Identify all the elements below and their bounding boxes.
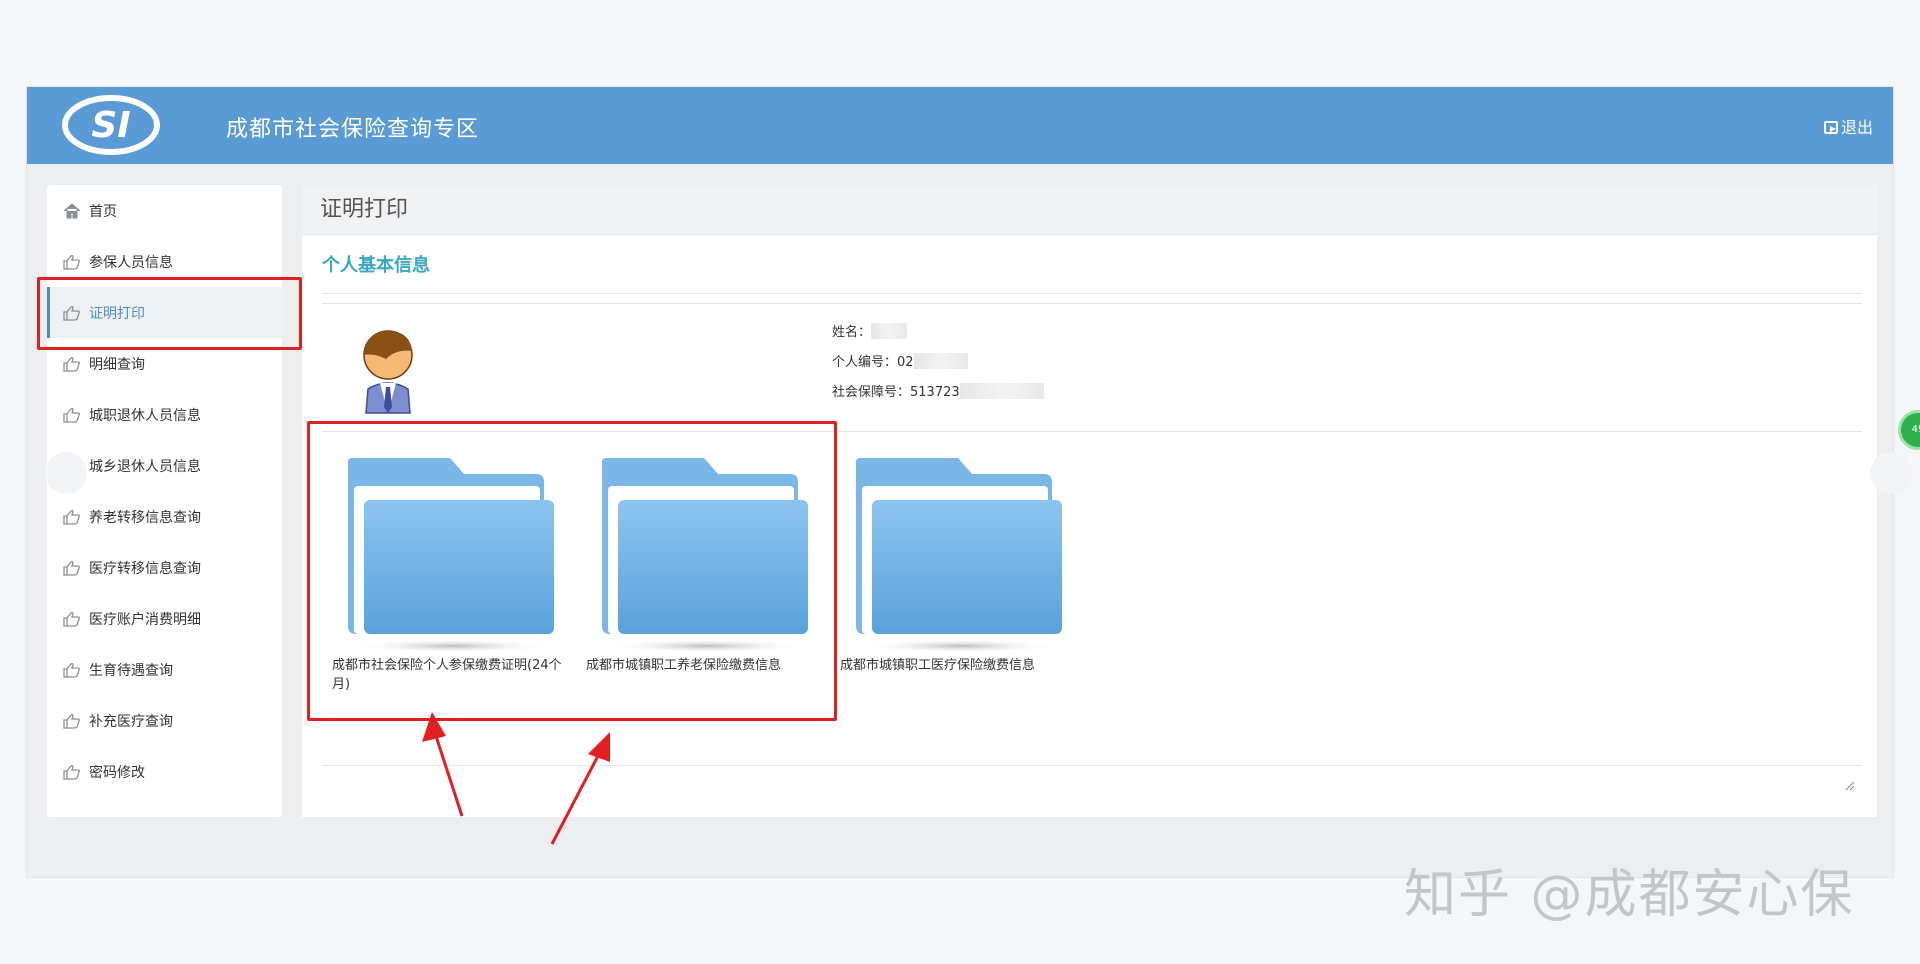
watermark: 知乎 @成都安心保 [1404,865,1855,925]
user-avatar-icon [363,330,413,414]
thumbs-up-icon [63,356,80,372]
sidebar-item-label: 医疗转移信息查询 [89,560,201,577]
thumbs-up-icon [63,764,80,780]
section-title: 个人基本信息 [322,255,430,276]
sidebar-item-label: 密码修改 [89,764,145,781]
logout-label: 退出 [1840,118,1873,137]
sidebar-item[interactable]: 密码修改 [47,746,282,797]
folder-item[interactable]: 成都市城镇职工医疗保险缴费信息 [840,456,1076,673]
page-title: 证明打印 [302,185,1877,235]
annotation-highlight-nav [37,277,302,350]
ssn-value: 513723 [910,385,960,400]
sidebar-item-label: 医疗账户消费明细 [89,611,201,628]
site-title: 成都市社会保险查询专区 [226,117,480,142]
redacted-ssn [959,383,1044,399]
id-label: 个人编号： [832,355,898,370]
sidebar-item[interactable]: 生育待遇查询 [47,644,282,695]
carousel-next-button[interactable] [1870,452,1912,494]
home-icon [63,202,81,218]
sidebar-item-label: 首页 [89,203,117,220]
sidebar-item[interactable]: 首页 [47,185,282,236]
folder-label: 成都市城镇职工医疗保险缴费信息 [840,658,1036,673]
resize-handle-icon[interactable] [1845,781,1855,791]
annotation-arrow [550,732,610,845]
divider [322,293,1862,294]
sidebar-item-label: 养老转移信息查询 [89,509,201,526]
thumbs-up-icon [63,713,80,729]
sidebar-item-label: 城乡退休人员信息 [89,458,201,475]
id-value: 02 [897,355,914,370]
carousel-prev-button[interactable] [45,452,87,494]
annotation-highlight-folders [307,421,837,721]
sidebar-item[interactable]: 医疗账户消费明细 [47,593,282,644]
thumbs-up-icon [63,560,80,576]
divider [322,303,1862,304]
sidebar-item-label: 生育待遇查询 [89,662,173,679]
folder-icon [856,458,1062,653]
svg-text:SI: SI [91,105,130,146]
si-logo: SI [62,95,160,155]
thumbs-up-icon [63,509,80,525]
logout-button[interactable]: 退出 [1823,114,1873,138]
sidebar-item[interactable]: 城职退休人员信息 [47,389,282,440]
sidebar-item[interactable]: 养老转移信息查询 [47,491,282,542]
sidebar-item[interactable]: 医疗转移信息查询 [47,542,282,593]
name-label: 姓名： [832,325,872,340]
sidebar-item-label: 明细查询 [89,356,145,373]
id-row: 个人编号：02 [832,351,968,370]
thumbs-up-icon [63,611,80,627]
thumbs-up-icon [63,662,80,678]
header-bar: SI 成都市社会保险查询专区 退出 [27,87,1893,164]
sidebar-item-label: 参保人员信息 [89,254,173,271]
sidebar-item[interactable]: 补充医疗查询 [47,695,282,746]
sidebar-item-label: 补充医疗查询 [89,713,173,730]
name-row: 姓名： [832,321,908,340]
sidebar-item-label: 城职退休人员信息 [89,407,201,424]
sign-out-icon [1823,121,1838,134]
annotation-arrow [422,712,464,817]
ssn-row: 社会保障号：513723 [832,381,1044,400]
redacted-id [913,353,968,369]
ssn-label: 社会保障号： [832,385,911,400]
thumbs-up-icon [63,407,80,423]
notification-badge[interactable]: 49 [1898,410,1920,450]
redacted-name [871,323,908,339]
thumbs-up-icon [63,254,80,270]
